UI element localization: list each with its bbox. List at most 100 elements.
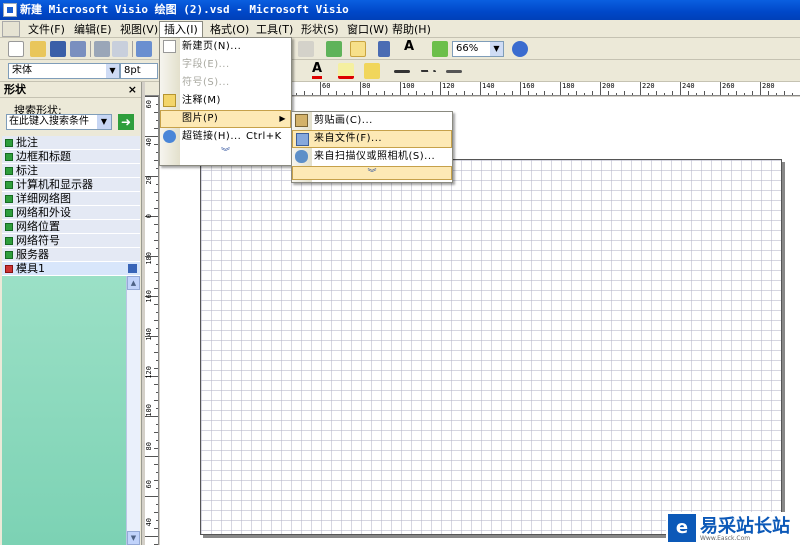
open-icon[interactable] xyxy=(30,41,46,57)
save-icon[interactable] xyxy=(128,264,137,273)
menu-item-label: 字段(E)... xyxy=(182,59,230,70)
panel-scrollbar[interactable]: ▲ ▼ xyxy=(126,276,140,545)
stencil-item[interactable]: 网络和外设 xyxy=(2,206,140,220)
menu-item-field[interactable]: 字段(E)... xyxy=(160,56,291,74)
font-color-icon[interactable]: A xyxy=(312,62,323,79)
new-icon[interactable] xyxy=(8,41,24,57)
stencil-item-active[interactable]: 模具1 xyxy=(2,262,140,276)
ruler-tick xyxy=(156,472,158,473)
print-preview-icon[interactable] xyxy=(112,41,128,57)
ruler-tick xyxy=(584,93,585,95)
menu-view[interactable]: 视图(V) xyxy=(118,22,160,37)
menu-format[interactable]: 格式(O) xyxy=(208,22,251,37)
stencil-item[interactable]: 边框和标题 xyxy=(2,150,140,164)
stencil-label: 网络和外设 xyxy=(16,206,71,219)
stencil-item[interactable]: 网络位置 xyxy=(2,220,140,234)
menu-shape[interactable]: 形状(S) xyxy=(299,22,341,37)
expand-menu-icon[interactable]: ︾ xyxy=(292,166,452,180)
ruler-tick xyxy=(632,93,633,95)
stencil-item[interactable]: 批注 xyxy=(2,136,140,150)
font-value: 宋体 xyxy=(12,65,32,76)
close-icon[interactable]: × xyxy=(128,82,137,98)
menu-item-shortcut: Ctrl+K xyxy=(246,131,282,142)
redo-icon[interactable] xyxy=(298,41,314,57)
ruler-tick xyxy=(656,91,657,95)
scroll-down-icon[interactable]: ▼ xyxy=(127,531,140,545)
scroll-up-icon[interactable]: ▲ xyxy=(127,276,140,290)
stencil-label: 计算机和显示器 xyxy=(16,178,93,191)
ruler-tick xyxy=(672,91,673,95)
permission-icon[interactable] xyxy=(70,41,86,57)
menu-tools[interactable]: 工具(T) xyxy=(254,22,295,37)
stencil-icon xyxy=(5,209,13,217)
pointer-tool-icon[interactable] xyxy=(350,41,366,57)
shapes-icon[interactable] xyxy=(326,41,342,57)
drawing-tool-icon[interactable] xyxy=(432,41,448,57)
font-size-combo[interactable]: 8pt xyxy=(120,63,158,79)
stencil-list: 批注 边框和标题 标注 计算机和显示器 详细网络图 网络和外设 网络位置 网络符… xyxy=(2,136,140,276)
menu-file[interactable]: 文件(F) xyxy=(26,22,67,37)
font-combo[interactable]: 宋体 ▼ xyxy=(8,63,120,79)
line-weight-icon[interactable] xyxy=(394,70,410,73)
stencil-item[interactable]: 服务器 xyxy=(2,248,140,262)
ruler-tick xyxy=(352,91,353,95)
logo-url: Www.Easck.Com xyxy=(700,535,751,542)
print-icon[interactable] xyxy=(94,41,110,57)
stencil-item[interactable]: 网络符号 xyxy=(2,234,140,248)
stencil-item[interactable]: 详细网络图 xyxy=(2,192,140,206)
search-input[interactable]: 在此键入搜索条件 ▼ xyxy=(6,114,112,130)
connector-tool-icon[interactable] xyxy=(378,41,390,57)
ruler-tick xyxy=(600,82,601,95)
menu-item-comment[interactable]: 注释(M) xyxy=(160,92,291,110)
ruler-label: 60 xyxy=(145,100,153,109)
stencil-label: 网络位置 xyxy=(16,220,60,233)
expand-menu-icon[interactable]: ︾ xyxy=(160,146,291,160)
menu-window[interactable]: 窗口(W) xyxy=(345,22,390,37)
ruler-tick xyxy=(154,464,158,465)
fill-color-icon[interactable] xyxy=(364,63,380,79)
ruler-tick xyxy=(784,91,785,95)
visio-app-icon[interactable] xyxy=(3,3,17,17)
chevron-down-icon[interactable]: ▼ xyxy=(97,115,111,129)
menu-item-hyperlink[interactable]: 超链接(H)... Ctrl+K xyxy=(160,128,291,146)
stencil-icon xyxy=(5,265,13,273)
line-ends-icon[interactable] xyxy=(446,70,462,73)
drawing-page[interactable] xyxy=(200,159,782,535)
ruler-label: 140 xyxy=(482,82,495,90)
menu-item-new-page[interactable]: 新建页(N)... xyxy=(160,38,291,56)
menu-insert[interactable]: 插入(I) xyxy=(159,21,203,38)
help-icon[interactable] xyxy=(512,41,528,57)
line-pattern-icon[interactable] xyxy=(420,70,436,74)
ruler-label: 80 xyxy=(362,82,371,90)
stencil-item[interactable]: 计算机和显示器 xyxy=(2,178,140,192)
chevron-down-icon[interactable]: ▼ xyxy=(106,64,119,78)
ruler-corner xyxy=(145,82,160,96)
ruler-tick xyxy=(154,192,158,193)
text-tool-icon[interactable]: A xyxy=(404,40,414,54)
scanner-icon xyxy=(295,150,308,163)
shapes-panel: 形状 × 搜索形状: 在此键入搜索条件 ▼ ➜ 批注 边框和标题 标注 计算机和… xyxy=(0,82,142,545)
ruler-tick xyxy=(640,82,641,95)
menu-item-clip-art[interactable]: 剪贴画(C)... xyxy=(292,112,452,130)
menu-edit[interactable]: 编辑(E) xyxy=(72,22,114,37)
line-color-icon[interactable] xyxy=(338,63,354,79)
save-icon[interactable] xyxy=(50,41,66,57)
ruler-label: 280 xyxy=(762,82,775,90)
ruler-tick xyxy=(156,424,158,425)
menu-item-from-scanner[interactable]: 来自扫描仪或照相机(S)... xyxy=(292,148,452,166)
search-go-button[interactable]: ➜ xyxy=(118,114,134,130)
stencil-icon xyxy=(5,223,13,231)
ruler-tick xyxy=(552,93,553,95)
clip-art-icon xyxy=(295,114,308,127)
spelling-icon[interactable] xyxy=(136,41,152,57)
document-icon[interactable] xyxy=(2,21,20,37)
menu-help[interactable]: 帮助(H) xyxy=(390,22,433,37)
stencil-icon xyxy=(5,237,13,245)
zoom-combo[interactable]: 66% ▼ xyxy=(452,41,504,57)
menu-item-symbol[interactable]: 符号(S)... xyxy=(160,74,291,92)
picture-submenu: 剪贴画(C)... 来自文件(F)... 来自扫描仪或照相机(S)... ︾ xyxy=(291,111,453,183)
menu-item-picture[interactable]: 图片(P) ▶ xyxy=(160,110,291,128)
menu-item-from-file[interactable]: 来自文件(F)... xyxy=(292,130,452,148)
chevron-down-icon[interactable]: ▼ xyxy=(490,42,503,56)
stencil-item[interactable]: 标注 xyxy=(2,164,140,178)
